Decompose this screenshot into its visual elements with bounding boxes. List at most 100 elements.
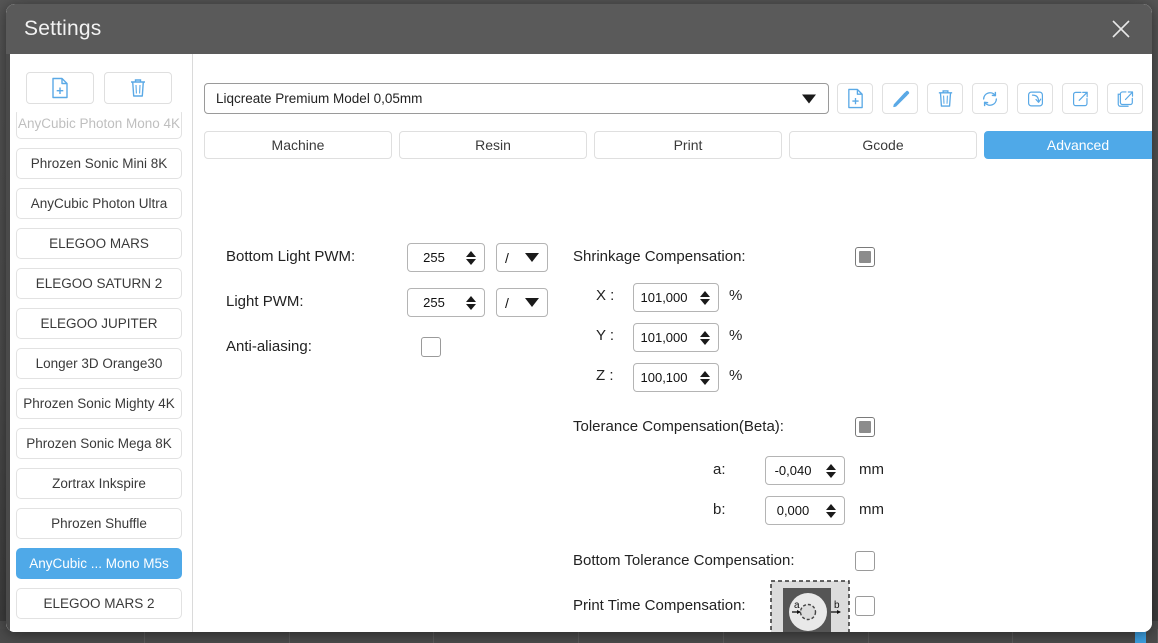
tolerance-b-unit: mm	[859, 501, 884, 518]
sidebar-item-label: ELEGOO SATURN 2	[36, 276, 163, 291]
profile-select[interactable]: Liqcreate Premium Model 0,05mm	[204, 83, 829, 114]
sidebar-item-printer[interactable]: AnyCubic ... Mono M5s	[16, 548, 182, 579]
stepper-up-icon[interactable]	[826, 464, 836, 470]
stepper-down-icon[interactable]	[466, 304, 476, 310]
stepper-up-icon[interactable]	[466, 296, 476, 302]
window-titlebar: Settings	[6, 4, 1152, 54]
pencil-icon	[891, 88, 910, 109]
sidebar-item-printer[interactable]: AnyCubic Photon Ultra	[16, 188, 182, 219]
reset-profile-button[interactable]	[972, 83, 1008, 114]
list-top-clip	[6, 106, 192, 112]
anti-aliasing-checkbox[interactable]	[421, 337, 441, 357]
stepper-down-icon[interactable]	[466, 259, 476, 265]
trash-icon	[128, 77, 148, 99]
shrinkage-x-input[interactable]: 101,000	[633, 283, 719, 312]
window-left-edge	[6, 54, 10, 632]
shrinkage-z-input[interactable]: 100,100	[633, 363, 719, 392]
stepper-down-icon[interactable]	[700, 379, 710, 385]
sidebar-item-printer[interactable]: Phrozen Sonic Mega 8K	[16, 428, 182, 459]
bottom-light-pwm-unit-value: /	[505, 250, 509, 266]
tolerance-a-stepper[interactable]	[822, 457, 839, 484]
sidebar-item-printer[interactable]: AnyCubic Photon Mono 4K	[16, 108, 182, 139]
sidebar-item-label: Phrozen Sonic Mighty 4K	[23, 396, 175, 411]
tolerance-a-input[interactable]: -0,040	[765, 456, 845, 485]
tolerance-a-unit: mm	[859, 461, 884, 478]
shrinkage-z-stepper[interactable]	[696, 364, 713, 391]
bottom-light-pwm-unit-select[interactable]: /	[496, 243, 548, 272]
light-pwm-unit-value: /	[505, 295, 509, 311]
edit-profile-button[interactable]	[882, 83, 918, 114]
sidebar-item-label: Zortrax Inkspire	[52, 476, 146, 491]
stepper-down-icon[interactable]	[700, 339, 710, 345]
sidebar-item-printer[interactable]: Zortrax Inkspire	[16, 468, 182, 499]
shrinkage-z-label: Z :	[596, 367, 614, 384]
tolerance-diagram-icon: a b	[770, 580, 850, 632]
tab-advanced[interactable]: Advanced	[984, 131, 1152, 159]
tab-machine[interactable]: Machine	[204, 131, 392, 159]
tab-gcode[interactable]: Gcode	[789, 131, 977, 159]
chevron-down-icon	[525, 298, 539, 307]
tolerance-b-input[interactable]: 0,000	[765, 496, 845, 525]
chevron-down-icon	[802, 94, 816, 103]
window-body: AnyCubic Photon Mono 4K Phrozen Sonic Min…	[6, 54, 1152, 632]
settings-window: Settings	[6, 4, 1152, 632]
light-pwm-stepper[interactable]	[462, 289, 479, 316]
close-icon	[1108, 16, 1134, 42]
bottom-tolerance-compensation-checkbox[interactable]	[855, 551, 875, 571]
sidebar-item-printer[interactable]: Phrozen Sonic Mini 8K	[16, 148, 182, 179]
settings-tabs[interactable]: Machine ResinPrintGcodeAdvanced	[204, 131, 1152, 159]
add-profile-button[interactable]	[26, 72, 94, 104]
stepper-up-icon[interactable]	[700, 291, 710, 297]
shrinkage-compensation-checkbox[interactable]	[855, 247, 875, 267]
light-pwm-unit-select[interactable]: /	[496, 288, 548, 317]
light-pwm-input[interactable]: 255	[407, 288, 485, 317]
delete-profile-button[interactable]	[927, 83, 963, 114]
window-title: Settings	[24, 17, 101, 41]
bottom-light-pwm-value: 255	[408, 250, 462, 265]
sidebar-item-label: ELEGOO MARS 2	[43, 596, 154, 611]
shrinkage-y-stepper[interactable]	[696, 324, 713, 351]
sidebar-item-printer[interactable]: Phrozen Sonic Mighty 4K	[16, 388, 182, 419]
shrinkage-y-value: 101,000	[634, 330, 696, 345]
stepper-down-icon[interactable]	[826, 512, 836, 518]
svg-text:b: b	[834, 600, 840, 611]
sidebar-item-printer[interactable]: Longer 3D Orange30	[16, 348, 182, 379]
refresh-icon	[980, 89, 1000, 109]
export-copy-arrow-icon	[1116, 89, 1135, 109]
sidebar-item-printer[interactable]: ELEGOO SATURN 2	[16, 268, 182, 299]
stepper-up-icon[interactable]	[826, 504, 836, 510]
tab-resin[interactable]: Resin	[399, 131, 587, 159]
sidebar-item-printer[interactable]: ELEGOO MARS	[16, 228, 182, 259]
sidebar-item-label: ELEGOO JUPITER	[40, 316, 157, 331]
export-profile-button[interactable]	[1062, 83, 1098, 114]
printer-list[interactable]: AnyCubic Photon Mono 4KPhrozen Sonic Min…	[6, 112, 192, 632]
bottom-light-pwm-input[interactable]: 255	[407, 243, 485, 272]
print-time-compensation-label: Print Time Compensation:	[573, 597, 746, 614]
export-all-profiles-button[interactable]	[1107, 83, 1143, 114]
import-profile-button[interactable]	[1017, 83, 1053, 114]
stepper-down-icon[interactable]	[700, 299, 710, 305]
tab-label: Machine	[272, 137, 325, 153]
stepper-up-icon[interactable]	[700, 331, 710, 337]
stepper-up-icon[interactable]	[466, 251, 476, 257]
delete-profile-button[interactable]	[104, 72, 172, 104]
shrinkage-compensation-label: Shrinkage Compensation:	[573, 248, 746, 265]
shrinkage-y-input[interactable]: 101,000	[633, 323, 719, 352]
tolerance-b-stepper[interactable]	[822, 497, 839, 524]
close-button[interactable]	[1090, 4, 1152, 54]
shrinkage-x-value: 101,000	[634, 290, 696, 305]
tolerance-compensation-label: Tolerance Compensation(Beta):	[573, 418, 784, 435]
stepper-up-icon[interactable]	[700, 371, 710, 377]
stepper-down-icon[interactable]	[826, 472, 836, 478]
sidebar-item-printer[interactable]: ELEGOO JUPITER	[16, 308, 182, 339]
print-time-compensation-checkbox[interactable]	[855, 596, 875, 616]
new-profile-button[interactable]	[837, 83, 873, 114]
sidebar-item-printer[interactable]: ELEGOO MARS 2	[16, 588, 182, 619]
shrinkage-x-stepper[interactable]	[696, 284, 713, 311]
tab-print[interactable]: Print	[594, 131, 782, 159]
bottom-light-pwm-stepper[interactable]	[462, 244, 479, 271]
sidebar-item-printer[interactable]: Phrozen Shuffle	[16, 508, 182, 539]
sidebar-item-label: Phrozen Sonic Mega 8K	[26, 436, 172, 451]
export-box-arrow-icon	[1071, 89, 1090, 109]
tolerance-compensation-checkbox[interactable]	[855, 417, 875, 437]
